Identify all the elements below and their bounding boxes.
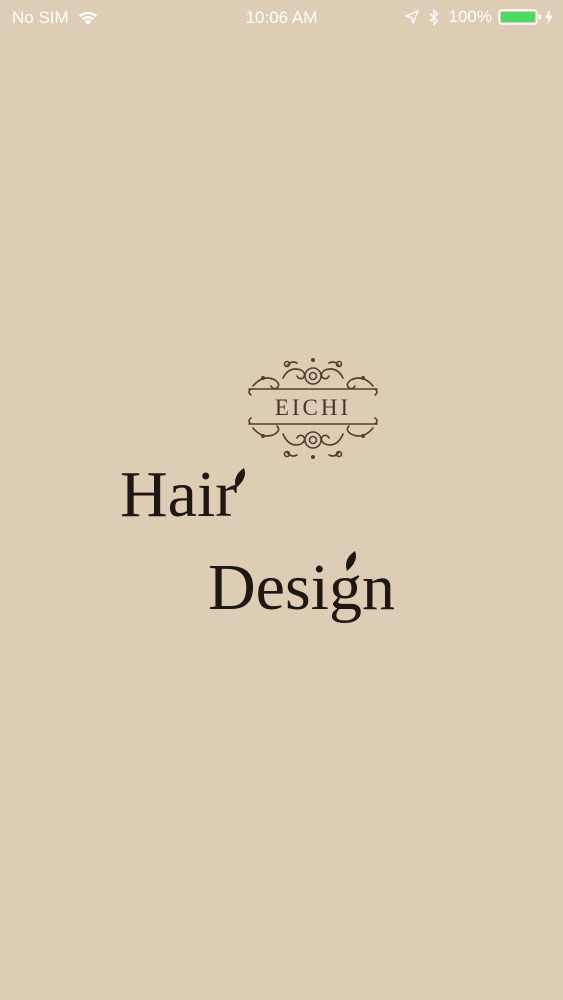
leaf-icon <box>346 551 356 571</box>
logo-line-hair: Hair <box>120 458 238 531</box>
brand-name: EICHI <box>274 395 352 420</box>
logo-line-design: Design <box>208 551 395 624</box>
splash-screen: No SIM 10:06 AM 100% EICHI Hair Design <box>0 0 563 1000</box>
leaf-icon <box>235 468 245 488</box>
logo: EICHI Hair Design <box>0 0 563 1000</box>
